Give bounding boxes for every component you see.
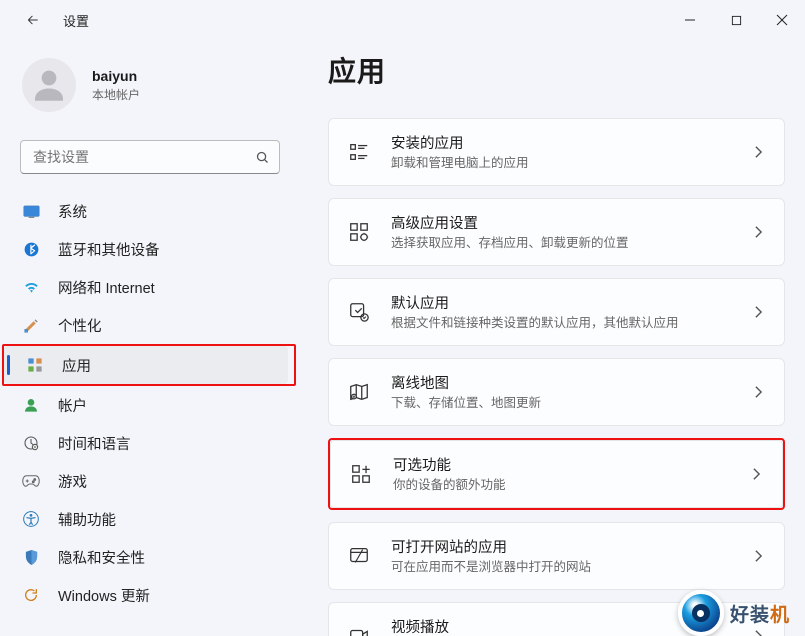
- apps-icon: [26, 356, 44, 374]
- nav-list: 系统蓝牙和其他设备网络和 Internet 个性化应用帐户时间和语言游戏辅助功能隐…: [0, 192, 300, 636]
- system-icon: [22, 202, 40, 220]
- search-field[interactable]: [20, 140, 280, 174]
- sidebar-item-apps[interactable]: 应用: [4, 346, 288, 384]
- sidebar-item-label: 个性化: [58, 315, 102, 336]
- card-advanced[interactable]: 高级应用设置选择获取应用、存档应用、卸载更新的位置: [328, 198, 785, 266]
- chevron-right-icon: [748, 466, 764, 482]
- card-title: 离线地图: [391, 372, 750, 393]
- sidebar-item-accessibility[interactable]: 辅助功能: [0, 500, 300, 538]
- window-title: 设置: [63, 11, 89, 30]
- back-button[interactable]: [25, 12, 41, 28]
- sidebar-item-label: 网络和 Internet: [58, 277, 155, 298]
- card-title: 可打开网站的应用: [391, 536, 750, 557]
- sidebar-item-label: 蓝牙和其他设备: [58, 239, 160, 260]
- sidebar-item-label: 应用: [62, 355, 91, 376]
- sidebar-item-personalization[interactable]: 个性化: [0, 306, 300, 344]
- watermark: 好装机: [678, 590, 790, 636]
- search-input[interactable]: [21, 149, 245, 165]
- sidebar-item-label: 游戏: [58, 471, 87, 492]
- sidebar-item-network[interactable]: 网络和 Internet: [0, 268, 300, 306]
- sidebar-item-label: 时间和语言: [58, 433, 131, 454]
- sidebar-item-label: Windows 更新: [58, 585, 150, 606]
- chevron-right-icon: [750, 304, 766, 320]
- card-apps-for-websites[interactable]: 可打开网站的应用可在应用而不是浏览器中打开的网站: [328, 522, 785, 590]
- card-optional[interactable]: 可选功能你的设备的额外功能: [330, 440, 783, 508]
- sidebar-item-bluetooth[interactable]: 蓝牙和其他设备: [0, 230, 300, 268]
- card-subtitle: 可在应用而不是浏览器中打开的网站: [391, 559, 750, 575]
- advanced-icon: [347, 220, 371, 244]
- card-title: 高级应用设置: [391, 212, 750, 233]
- card-subtitle: 选择获取应用、存档应用、卸载更新的位置: [391, 235, 750, 251]
- offline-maps-icon: [347, 380, 371, 404]
- accounts-icon: [22, 396, 40, 414]
- card-installed[interactable]: 安装的应用卸载和管理电脑上的应用: [328, 118, 785, 186]
- bluetooth-icon: [22, 240, 40, 258]
- close-button[interactable]: [759, 0, 805, 40]
- defaults-icon: [347, 300, 371, 324]
- card-subtitle: 下载、存储位置、地图更新: [391, 395, 750, 411]
- sidebar-item-privacy[interactable]: 隐私和安全性: [0, 538, 300, 576]
- settings-card-list: 安装的应用卸载和管理电脑上的应用高级应用设置选择获取应用、存档应用、卸载更新的位…: [328, 118, 785, 636]
- card-subtitle: 根据文件和链接种类设置的默认应用，其他默认应用: [391, 315, 750, 331]
- sidebar-item-label: 系统: [58, 201, 87, 222]
- watermark-text: 好装机: [730, 600, 790, 627]
- privacy-icon: [22, 548, 40, 566]
- card-defaults[interactable]: 默认应用根据文件和链接种类设置的默认应用，其他默认应用: [328, 278, 785, 346]
- minimize-button[interactable]: [667, 0, 713, 40]
- chevron-right-icon: [750, 384, 766, 400]
- chevron-right-icon: [750, 548, 766, 564]
- sidebar-item-time-language[interactable]: 时间和语言: [0, 424, 300, 462]
- sidebar-item-label: 辅助功能: [58, 509, 116, 530]
- chevron-right-icon: [750, 224, 766, 240]
- sidebar: baiyun 本地帐户 系统蓝牙和其他设备网络和 Internet 个性化应用帐户…: [0, 40, 300, 636]
- page-title: 应用: [328, 50, 785, 90]
- watermark-icon: [678, 590, 724, 636]
- sidebar-item-windows-update[interactable]: Windows 更新: [0, 576, 300, 614]
- personalization-icon: [22, 316, 40, 334]
- user-type: 本地帐户: [92, 86, 140, 103]
- main-content: 应用 安装的应用卸载和管理电脑上的应用高级应用设置选择获取应用、存档应用、卸载更…: [300, 40, 805, 636]
- optional-icon: [349, 462, 373, 486]
- apps-for-websites-icon: [347, 544, 371, 568]
- sidebar-item-system[interactable]: 系统: [0, 192, 300, 230]
- user-block[interactable]: baiyun 本地帐户: [0, 50, 300, 130]
- titlebar: 设置: [0, 0, 805, 40]
- sidebar-item-label: 隐私和安全性: [58, 547, 145, 568]
- card-title: 安装的应用: [391, 132, 750, 153]
- card-title: 默认应用: [391, 292, 750, 313]
- time-language-icon: [22, 434, 40, 452]
- card-subtitle: 你的设备的额外功能: [393, 477, 748, 493]
- card-subtitle: 卸载和管理电脑上的应用: [391, 155, 750, 171]
- accessibility-icon: [22, 510, 40, 528]
- network-icon: [22, 278, 40, 296]
- windows-update-icon: [22, 586, 40, 604]
- card-title: 可选功能: [393, 454, 748, 475]
- installed-icon: [347, 140, 371, 164]
- gaming-icon: [22, 472, 40, 490]
- sidebar-item-gaming[interactable]: 游戏: [0, 462, 300, 500]
- sidebar-item-label: 帐户: [58, 395, 87, 416]
- window-controls: [667, 0, 805, 40]
- search-icon: [245, 140, 279, 174]
- avatar: [22, 58, 76, 112]
- maximize-button[interactable]: [713, 0, 759, 40]
- chevron-right-icon: [750, 144, 766, 160]
- card-offline-maps[interactable]: 离线地图下载、存储位置、地图更新: [328, 358, 785, 426]
- video-playback-icon: [347, 624, 371, 636]
- user-name: baiyun: [92, 68, 140, 84]
- sidebar-item-accounts[interactable]: 帐户: [0, 386, 300, 424]
